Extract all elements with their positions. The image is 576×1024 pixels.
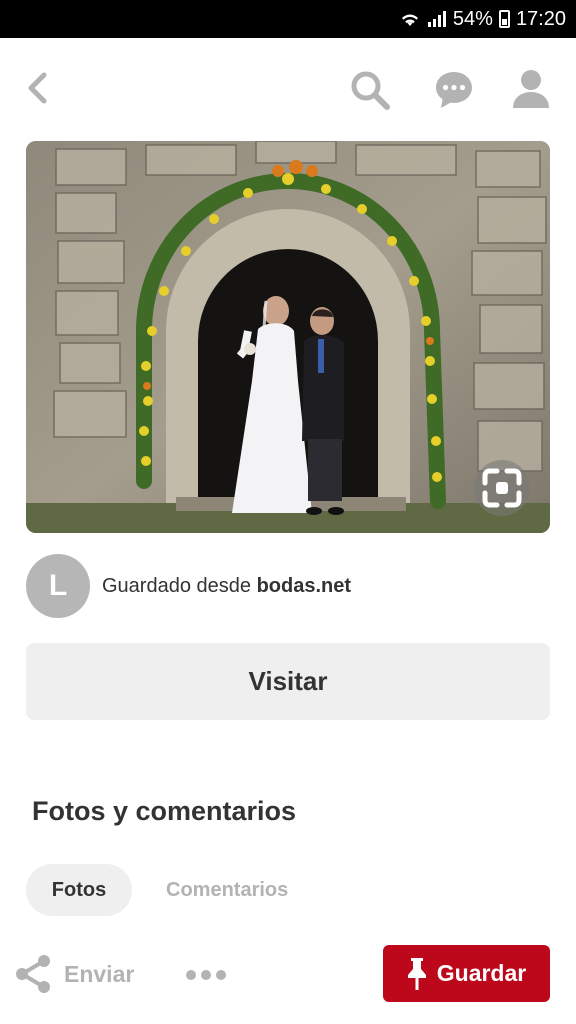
save-button[interactable]: Guardar (383, 945, 550, 1002)
more-options-button[interactable] (184, 960, 228, 990)
visual-search-button[interactable] (470, 460, 534, 516)
visit-button[interactable]: Visitar (26, 643, 550, 720)
chat-icon[interactable] (432, 68, 476, 112)
source-prefix: Guardado desde (102, 574, 252, 597)
user-icon[interactable] (510, 68, 552, 112)
source-domain-link[interactable]: bodas.net (257, 575, 351, 597)
section-title: Fotos y comentarios (32, 796, 297, 826)
wifi-icon (399, 10, 421, 28)
save-button-label: Guardar (436, 960, 527, 986)
signal-icon (427, 10, 447, 28)
visit-button-label: Visitar (248, 666, 328, 696)
share-label: Enviar (64, 960, 135, 987)
avatar[interactable]: L (26, 554, 90, 618)
visual-search-icon (474, 460, 530, 516)
tab-fotos-label: Fotos (51, 878, 107, 901)
tab-fotos[interactable]: Fotos (26, 864, 132, 916)
tabs: Fotos Comentarios (26, 864, 288, 916)
back-icon[interactable] (22, 68, 52, 108)
share-icon (16, 955, 50, 993)
avatar-letter: L (48, 569, 68, 602)
status-bar: 54% 17:20 (0, 0, 576, 38)
share-button[interactable]: Enviar (14, 952, 134, 996)
tab-comentarios-label: Comentarios (166, 878, 289, 901)
clock: 17:20 (515, 7, 566, 30)
top-toolbar (0, 38, 576, 142)
battery-icon (498, 10, 510, 28)
battery-percent: 54% (452, 7, 493, 30)
more-dots-icon (186, 970, 226, 980)
tab-comentarios[interactable]: Comentarios (166, 864, 288, 916)
pin-icon (407, 957, 426, 990)
source-row[interactable]: L Guardado desde bodas.net (26, 554, 550, 618)
source-text: Guardado desde bodas.net (102, 575, 351, 598)
search-icon[interactable] (348, 68, 392, 112)
